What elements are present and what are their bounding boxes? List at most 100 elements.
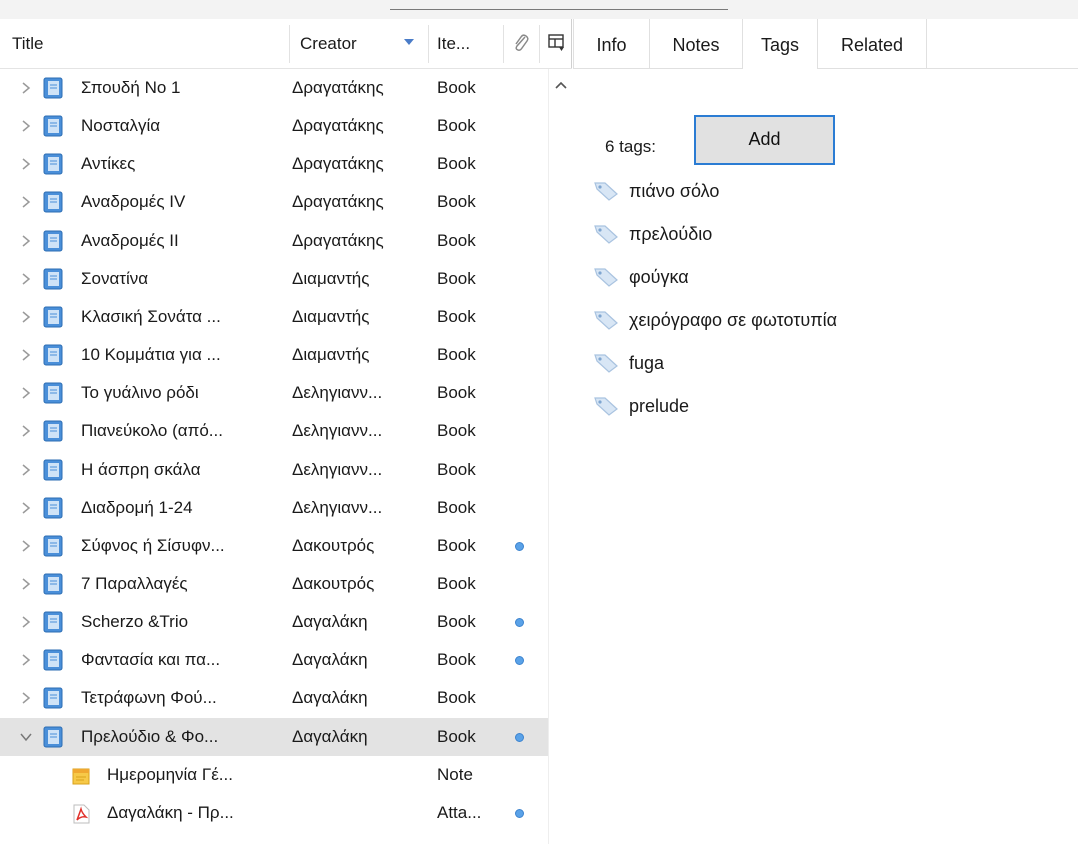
chevron-right-icon[interactable] <box>19 157 33 171</box>
column-divider[interactable] <box>503 25 504 63</box>
attachment-status-dot-icon[interactable] <box>515 656 524 666</box>
item-row[interactable]: Σονατίνα Διαμαντής Book <box>0 260 548 298</box>
column-divider[interactable] <box>539 25 540 63</box>
chevron-right-icon[interactable] <box>19 386 33 400</box>
item-row[interactable]: Scherzo &Trio Δαγαλάκη Book <box>0 603 548 641</box>
scroll-up-icon[interactable] <box>555 81 567 89</box>
tag-label[interactable]: prelude <box>629 385 689 427</box>
item-tabs: Info Notes Tags Related <box>573 19 1078 69</box>
item-row[interactable]: Αναδρομές IV Δραγατάκης Book <box>0 183 548 221</box>
item-creator: Δραγατάκης <box>292 116 384 136</box>
item-type: Book <box>437 726 476 746</box>
column-divider[interactable] <box>428 25 429 63</box>
chevron-right-icon[interactable] <box>19 310 33 324</box>
chevron-right-icon[interactable] <box>19 272 33 286</box>
item-type: Book <box>437 268 476 288</box>
item-title: Scherzo &Trio <box>81 612 189 632</box>
chevron-right-icon[interactable] <box>19 424 33 438</box>
attachment-status-dot-icon[interactable] <box>515 808 524 818</box>
item-creator: Δακουτρός <box>292 535 375 555</box>
item-type: Book <box>437 154 476 174</box>
tag-label[interactable]: fuga <box>629 342 664 384</box>
attachment-paperclip-icon[interactable] <box>511 33 531 55</box>
child-item-type: Note <box>437 764 473 784</box>
item-type: Book <box>437 192 476 212</box>
chevron-right-icon[interactable] <box>19 348 33 362</box>
item-title: Πιανεύκολο (από... <box>81 421 223 441</box>
column-header-title[interactable]: Title <box>12 19 44 69</box>
item-row[interactable]: Διαδρομή 1-24 Δεληγιανν... Book <box>0 489 548 527</box>
chevron-right-icon[interactable] <box>19 615 33 629</box>
item-row[interactable]: Σπουδή Νο 1 Δραγατάκης Book <box>0 69 548 107</box>
item-type: Book <box>437 688 476 708</box>
chevron-right-icon[interactable] <box>19 653 33 667</box>
book-icon <box>43 191 63 213</box>
item-row[interactable]: 7 Παραλλαγές Δακουτρός Book <box>0 565 548 603</box>
child-item-title: Δαγαλάκη - Πρ... <box>107 802 234 822</box>
item-type: Book <box>437 421 476 441</box>
item-row[interactable]: Αντίκες Δραγατάκης Book <box>0 145 548 183</box>
child-item-row[interactable]: Δαγαλάκη - Πρ... Atta... <box>0 794 548 832</box>
chevron-right-icon[interactable] <box>19 463 33 477</box>
vertical-scrollbar[interactable] <box>548 69 572 844</box>
item-row[interactable]: Το γυάλινο ρόδι Δεληγιανν... Book <box>0 374 548 412</box>
item-type: Book <box>437 345 476 365</box>
item-row[interactable]: Φαντασία και πα... Δαγαλάκη Book <box>0 641 548 679</box>
note-icon <box>72 768 90 785</box>
tag-row[interactable]: πρελούδιο <box>593 213 1063 255</box>
tag-row[interactable]: fuga <box>593 342 1063 384</box>
chevron-right-icon[interactable] <box>19 501 33 515</box>
chevron-down-icon[interactable] <box>19 730 33 744</box>
book-icon <box>43 687 63 709</box>
tab-info[interactable]: Info <box>573 19 650 69</box>
chevron-right-icon[interactable] <box>19 539 33 553</box>
add-tag-button[interactable]: Add <box>694 115 835 165</box>
tag-label[interactable]: πρελούδιο <box>629 213 712 255</box>
item-creator: Δραγατάκης <box>292 154 384 174</box>
column-divider[interactable] <box>289 25 290 63</box>
chevron-right-icon[interactable] <box>19 81 33 95</box>
attachment-status-dot-icon[interactable] <box>515 618 524 628</box>
tab-tags[interactable]: Tags <box>743 19 818 69</box>
item-row[interactable]: Τετράφωνη Φού... Δαγαλάκη Book <box>0 679 548 717</box>
attachment-status-dot-icon[interactable] <box>515 732 524 742</box>
item-row[interactable]: 10 Κομμάτια για ... Διαμαντής Book <box>0 336 548 374</box>
tag-icon <box>594 397 618 416</box>
chevron-right-icon[interactable] <box>19 691 33 705</box>
item-type: Book <box>437 78 476 97</box>
attachment-status-dot-icon[interactable] <box>515 541 524 551</box>
chevron-right-icon[interactable] <box>19 234 33 248</box>
chevron-right-icon[interactable] <box>19 195 33 209</box>
item-row[interactable]: Νοσταλγία Δραγατάκης Book <box>0 107 548 145</box>
tab-related[interactable]: Related <box>818 19 927 69</box>
book-icon <box>43 497 63 519</box>
tag-row[interactable]: πιάνο σόλο <box>593 170 1063 212</box>
item-row[interactable]: Κλασική Σονάτα ... Διαμαντής Book <box>0 298 548 336</box>
item-title: Η άσπρη σκάλα <box>81 459 201 479</box>
item-title: Σονατίνα <box>81 268 149 288</box>
tag-row[interactable]: prelude <box>593 385 1063 427</box>
item-creator: Δαγαλάκη <box>292 650 368 670</box>
item-row[interactable]: Πρελούδιο & Φο... Δαγαλάκη Book <box>0 717 548 756</box>
column-header-creator[interactable]: Creator <box>300 19 357 69</box>
item-row[interactable]: Πιανεύκολο (από... Δεληγιανν... Book <box>0 412 548 450</box>
item-row[interactable]: Η άσπρη σκάλα Δεληγιανν... Book <box>0 451 548 489</box>
item-title: Διαδρομή 1-24 <box>81 497 193 517</box>
tag-label[interactable]: φούγκα <box>629 256 689 298</box>
tag-label[interactable]: πιάνο σόλο <box>629 170 719 212</box>
items-pane: Title Creator Ite... Σπουδή Νο 1 Δραγατάκ… <box>0 19 572 844</box>
chevron-right-icon[interactable] <box>19 119 33 133</box>
tab-notes[interactable]: Notes <box>650 19 743 69</box>
tag-label[interactable]: χειρόγραφο σε φωτοτυπία <box>629 299 837 341</box>
chevron-right-icon[interactable] <box>19 577 33 591</box>
tag-row[interactable]: φούγκα <box>593 256 1063 298</box>
book-icon <box>43 649 63 671</box>
column-header-item-type[interactable]: Ite... <box>437 19 470 69</box>
item-row[interactable]: Σύφνος ή Σίσυφν... Δακουτρός Book <box>0 527 548 565</box>
item-title: Πρελούδιο & Φο... <box>81 726 219 746</box>
item-row[interactable]: Αναδρομές II Δραγατάκης Book <box>0 222 548 260</box>
child-item-row[interactable]: Ημερομηνία Γέ... Note <box>0 756 548 794</box>
column-picker-icon[interactable] <box>547 33 567 53</box>
window-top-bar <box>0 0 1078 19</box>
tag-row[interactable]: χειρόγραφο σε φωτοτυπία <box>593 299 1063 341</box>
